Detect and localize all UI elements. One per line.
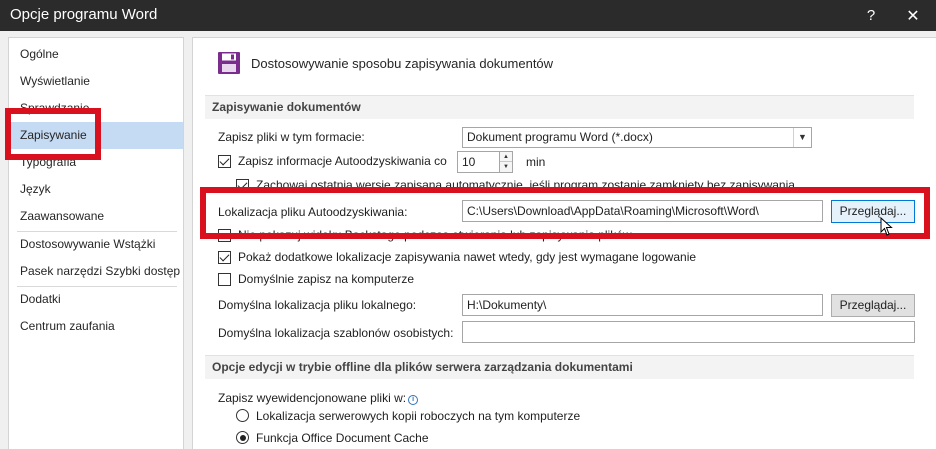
info-icon: i [408, 395, 419, 405]
sidebar-item-trust-center[interactable]: Centrum zaufania [9, 313, 183, 340]
autorecover-minutes-input[interactable]: 10 [457, 151, 500, 173]
spin-up-icon[interactable]: ▲ [500, 152, 512, 162]
section-save-documents: Zapisywanie dokumentów [205, 95, 914, 119]
help-button[interactable]: ? [848, 0, 894, 31]
section-offline-editing: Opcje edycji w trybie offline dla plików… [205, 355, 914, 379]
browse-local-button[interactable]: Przeglądaj... [831, 294, 915, 317]
show-extra-locations-label: Pokaż dodatkowe lokalizacje zapisywania … [238, 250, 697, 264]
sidebar-item-customize-ribbon[interactable]: Dostosowywanie Wstążki [9, 231, 183, 258]
sidebar-item-language[interactable]: Język [9, 176, 183, 203]
keep-last-version-checkbox[interactable] [236, 179, 249, 192]
page-heading: Dostosowywanie sposobu zapisywania dokum… [217, 51, 553, 75]
templates-location-label: Domyślna lokalizacja szablonów osobistyc… [218, 326, 454, 340]
sidebar-item-general[interactable]: Ogólne [9, 41, 183, 68]
mouse-cursor-icon [880, 217, 893, 236]
server-drafts-radio[interactable] [236, 409, 249, 422]
sidebar-item-display[interactable]: Wyświetlanie [9, 68, 183, 95]
default-save-computer-label: Domyślnie zapisz na komputerze [238, 272, 415, 286]
templates-location-input[interactable] [462, 321, 915, 343]
spin-down-icon[interactable]: ▼ [500, 162, 512, 172]
autorecover-unit: min [526, 155, 546, 169]
autorecover-checkbox[interactable] [218, 155, 231, 168]
sidebar-item-addins[interactable]: Dodatki [9, 286, 183, 313]
window-title: Opcje programu Word [10, 6, 158, 23]
autorecover-label: Zapisz informacje Autoodzyskiwania co [238, 154, 447, 168]
chevron-down-icon: ▼ [793, 128, 811, 147]
sidebar-item-typography[interactable]: Typografia [9, 149, 183, 176]
page-title: Dostosowywanie sposobu zapisywania dokum… [251, 55, 554, 71]
autorecover-location-label: Lokalizacja pliku Autoodzyskiwania: [218, 205, 408, 219]
save-format-value: Dokument programu Word (*.docx) [467, 130, 653, 144]
document-cache-radio[interactable] [236, 431, 249, 444]
hide-backstage-checkbox[interactable] [218, 229, 231, 242]
browse-autorecover-button[interactable]: Przeglądaj... [831, 200, 915, 223]
save-format-label: Zapisz pliki w tym formacie: [218, 130, 365, 144]
document-cache-label: Funkcja Office Document Cache [256, 431, 429, 445]
content-pane: Dostosowywanie sposobu zapisywania dokum… [192, 37, 936, 449]
sidebar: Ogólne Wyświetlanie Sprawdzanie Zapisywa… [8, 37, 184, 449]
close-button[interactable]: ✕ [890, 0, 936, 31]
checked-out-text: Zapisz wyewidencjonowane pliki w: [218, 391, 407, 405]
autorecover-spinner[interactable]: ▲ ▼ [499, 151, 513, 173]
sidebar-item-advanced[interactable]: Zaawansowane [9, 203, 183, 230]
default-local-location-input[interactable]: H:\Dokumenty\ [462, 294, 823, 316]
checked-out-label: Zapisz wyewidencjonowane pliki w: i [218, 391, 419, 405]
server-drafts-label: Lokalizacja serwerowych kopii roboczych … [256, 409, 581, 423]
show-extra-locations-checkbox[interactable] [218, 251, 231, 264]
sidebar-item-save[interactable]: Zapisywanie [9, 122, 183, 149]
sidebar-item-quick-access[interactable]: Pasek narzędzi Szybki dostęp [9, 258, 183, 285]
default-save-computer-checkbox[interactable] [218, 273, 231, 286]
sidebar-item-proofing[interactable]: Sprawdzanie [9, 95, 183, 122]
save-format-dropdown[interactable]: Dokument programu Word (*.docx) ▼ [462, 127, 812, 148]
keep-last-version-label: Zachowaj ostatnią wersję zapisaną automa… [256, 178, 795, 192]
hide-backstage-label: Nie pokazuj widoku Backstage podczas otw… [238, 228, 632, 242]
title-bar: Opcje programu Word ? ✕ [0, 0, 936, 31]
save-icon [218, 52, 240, 74]
autorecover-location-input[interactable]: C:\Users\Download\AppData\Roaming\Micros… [462, 200, 823, 222]
default-local-location-label: Domyślna lokalizacja pliku lokalnego: [218, 298, 417, 312]
